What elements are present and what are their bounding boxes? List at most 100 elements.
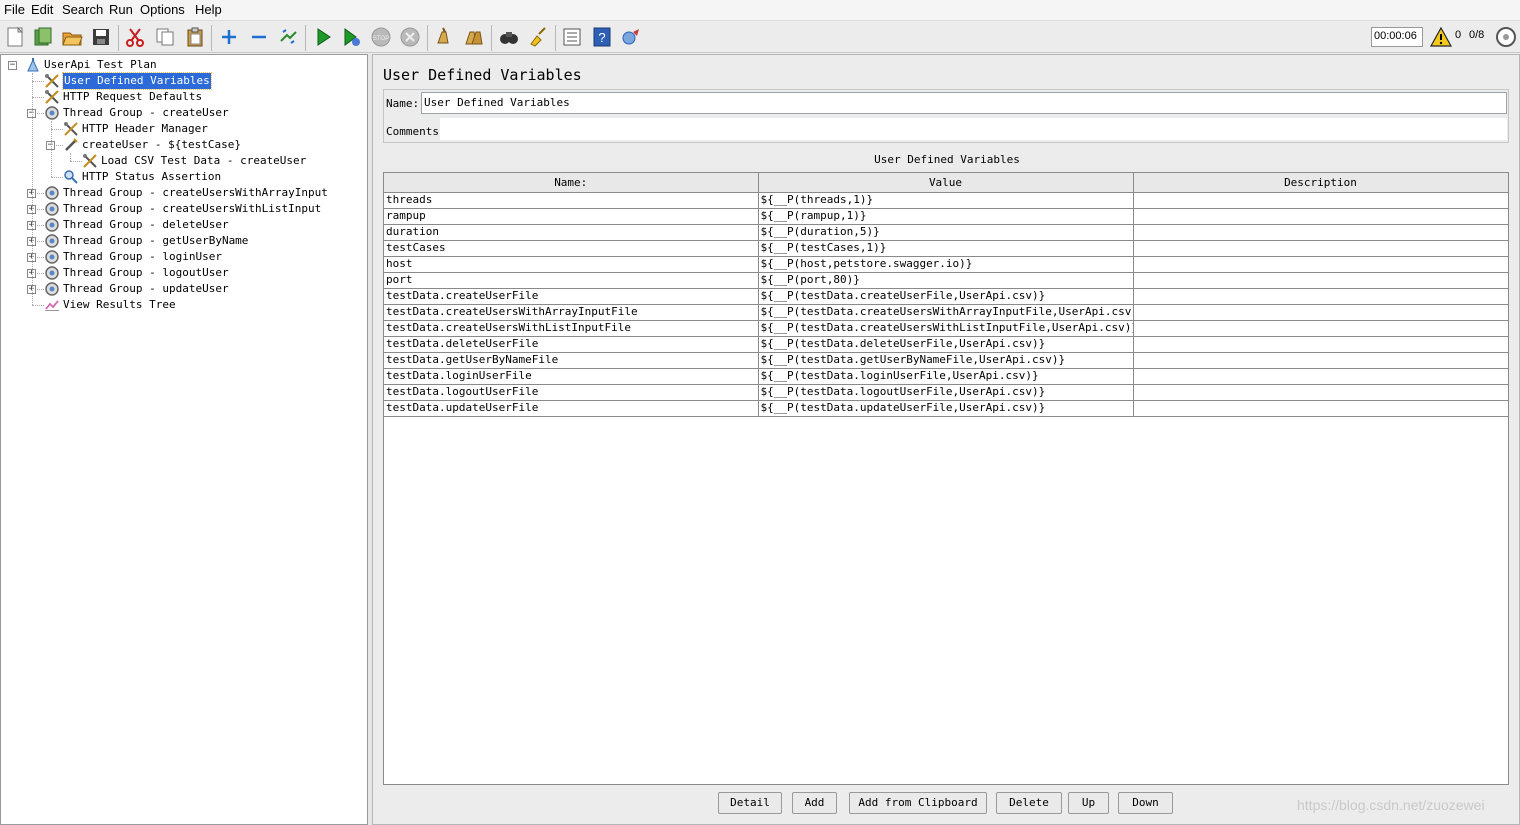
description-cell[interactable] [1133, 224, 1509, 241]
column-header-value[interactable]: Value [758, 173, 1134, 193]
clear-icon[interactable] [432, 25, 456, 49]
value-cell[interactable]: ${__P(testCases,1)} [758, 240, 1134, 257]
value-cell[interactable]: ${__P(duration,5)} [758, 224, 1134, 241]
value-cell[interactable]: ${__P(threads,1)} [758, 192, 1134, 209]
name-cell[interactable]: testData.loginUserFile [384, 368, 759, 385]
description-cell[interactable] [1133, 352, 1509, 369]
menu-help[interactable]: Help [195, 2, 222, 17]
table-row[interactable]: testCases ${__P(testCases,1)} [384, 240, 1509, 257]
tree-node-thread-group-logoutuser[interactable]: + Thread Group - logoutUser [1, 73, 367, 281]
collapse-icon[interactable] [247, 25, 271, 49]
tree-node-thread-group-createuser[interactable]: − Thread Group - createUser [1, 73, 367, 121]
menu-file[interactable]: File [4, 2, 25, 17]
name-cell[interactable]: testData.logoutUserFile [384, 384, 759, 401]
name-cell[interactable]: testData.createUsersWithArrayInputFile [384, 304, 759, 321]
table-row[interactable]: testData.updateUserFile ${__P(testData.up… [384, 400, 1509, 417]
help-icon[interactable]: ? [590, 25, 614, 49]
collapse-node-icon[interactable]: − [8, 61, 17, 70]
name-cell[interactable]: port [384, 272, 759, 289]
value-cell[interactable]: ${__P(port,80)} [758, 272, 1134, 289]
name-cell[interactable]: testData.updateUserFile [384, 400, 759, 417]
paste-icon[interactable] [183, 25, 207, 49]
description-cell[interactable] [1133, 384, 1509, 401]
description-cell[interactable] [1133, 336, 1509, 353]
tree-node-http-header-manager[interactable]: HTTP Header Manager [1, 121, 367, 137]
description-cell[interactable] [1133, 240, 1509, 257]
description-cell[interactable] [1133, 256, 1509, 273]
add-button[interactable]: Add [792, 792, 837, 814]
tree-node-createuser-testcase[interactable]: − createUser - ${testCase} [1, 121, 367, 153]
table-row[interactable]: testData.getUserByNameFile ${__P(testData… [384, 352, 1509, 369]
tree-node-thread-group-deleteuser[interactable]: + Thread Group - deleteUser [1, 73, 367, 233]
toggle-icon[interactable] [276, 25, 300, 49]
templates-icon[interactable] [31, 25, 55, 49]
menu-run[interactable]: Run [109, 2, 133, 17]
name-cell[interactable]: testData.getUserByNameFile [384, 352, 759, 369]
add-from-clipboard-button[interactable]: Add from Clipboard [849, 792, 987, 814]
description-cell[interactable] [1133, 192, 1509, 209]
description-cell[interactable] [1133, 304, 1509, 321]
name-cell[interactable]: duration [384, 224, 759, 241]
description-cell[interactable] [1133, 288, 1509, 305]
detail-button[interactable]: Detail [718, 792, 782, 814]
expand-icon[interactable] [217, 25, 241, 49]
value-cell[interactable]: ${__P(testData.createUsersWithListInputF… [758, 320, 1134, 337]
value-cell[interactable]: ${__P(host,petstore.swagger.io)} [758, 256, 1134, 273]
open-icon[interactable] [60, 25, 84, 49]
value-cell[interactable]: ${__P(testData.logoutUserFile,UserApi.cs… [758, 384, 1134, 401]
tree-node-http-status-assertion[interactable]: HTTP Status Assertion [1, 121, 367, 185]
table-row[interactable]: threads ${__P(threads,1)} [384, 192, 1509, 209]
delete-button[interactable]: Delete [996, 792, 1062, 814]
down-button[interactable]: Down [1118, 792, 1173, 814]
tree-node-userapi-test-plan[interactable]: − UserApi Test Plan [1, 57, 367, 73]
tree-node-user-defined-variables[interactable]: User Defined Variables [1, 72, 367, 90]
name-cell[interactable]: testData.createUserFile [384, 288, 759, 305]
column-header-name[interactable]: Name: [384, 173, 759, 193]
name-cell[interactable]: rampup [384, 208, 759, 225]
value-cell[interactable]: ${__P(testData.deleteUserFile,UserApi.cs… [758, 336, 1134, 353]
table-row[interactable]: testData.createUsersWithArrayInputFile ${… [384, 304, 1509, 321]
clear-all-icon[interactable] [462, 25, 486, 49]
menu-edit[interactable]: Edit [31, 2, 53, 17]
search-icon[interactable] [497, 25, 521, 49]
reset-search-icon[interactable] [526, 25, 550, 49]
menu-options[interactable]: Options [140, 2, 185, 17]
column-header-description[interactable]: Description [1133, 173, 1509, 193]
table-row[interactable]: testData.deleteUserFile ${__P(testData.de… [384, 336, 1509, 353]
menu-search[interactable]: Search [62, 2, 103, 17]
value-cell[interactable]: ${__P(testData.createUserFile,UserApi.cs… [758, 288, 1134, 305]
cut-icon[interactable] [123, 25, 147, 49]
description-cell[interactable] [1133, 368, 1509, 385]
name-cell[interactable]: testData.deleteUserFile [384, 336, 759, 353]
tree-node-thread-group-createuserswithlistinput[interactable]: + Thread Group - createUsersWithListInput [1, 73, 367, 217]
remote-icon[interactable] [619, 25, 643, 49]
value-cell[interactable]: ${__P(testData.createUsersWithArrayInput… [758, 304, 1134, 321]
description-cell[interactable] [1133, 400, 1509, 417]
tree-node-view-results-tree[interactable]: View Results Tree [1, 73, 367, 313]
function-helper-icon[interactable] [560, 25, 584, 49]
table-row[interactable]: testData.createUsersWithListInputFile ${_… [384, 320, 1509, 337]
tree-node-thread-group-updateuser[interactable]: + Thread Group - updateUser [1, 73, 367, 297]
value-cell[interactable]: ${__P(testData.loginUserFile,UserApi.csv… [758, 368, 1134, 385]
name-cell[interactable]: testData.createUsersWithListInputFile [384, 320, 759, 337]
table-row[interactable]: duration ${__P(duration,5)} [384, 224, 1509, 241]
warning-icon[interactable] [1429, 25, 1453, 49]
table-row[interactable]: testData.loginUserFile ${__P(testData.log… [384, 368, 1509, 385]
save-icon[interactable] [89, 25, 113, 49]
name-cell[interactable]: threads [384, 192, 759, 209]
tree-node-thread-group-loginuser[interactable]: + Thread Group - loginUser [1, 73, 367, 265]
description-cell[interactable] [1133, 272, 1509, 289]
table-row[interactable]: testData.createUserFile ${__P(testData.cr… [384, 288, 1509, 305]
name-cell[interactable]: testCases [384, 240, 759, 257]
name-cell[interactable]: host [384, 256, 759, 273]
table-row[interactable]: port ${__P(port,80)} [384, 272, 1509, 289]
start-icon[interactable] [311, 25, 335, 49]
value-cell[interactable]: ${__P(testData.getUserByNameFile,UserApi… [758, 352, 1134, 369]
up-button[interactable]: Up [1068, 792, 1109, 814]
description-cell[interactable] [1133, 208, 1509, 225]
new-icon[interactable] [3, 25, 27, 49]
tree-node-thread-group-getuserbyname[interactable]: + Thread Group - getUserByName [1, 73, 367, 249]
copy-icon[interactable] [153, 25, 177, 49]
comments-field[interactable] [440, 118, 1507, 140]
name-field[interactable]: User Defined Variables [421, 92, 1507, 114]
